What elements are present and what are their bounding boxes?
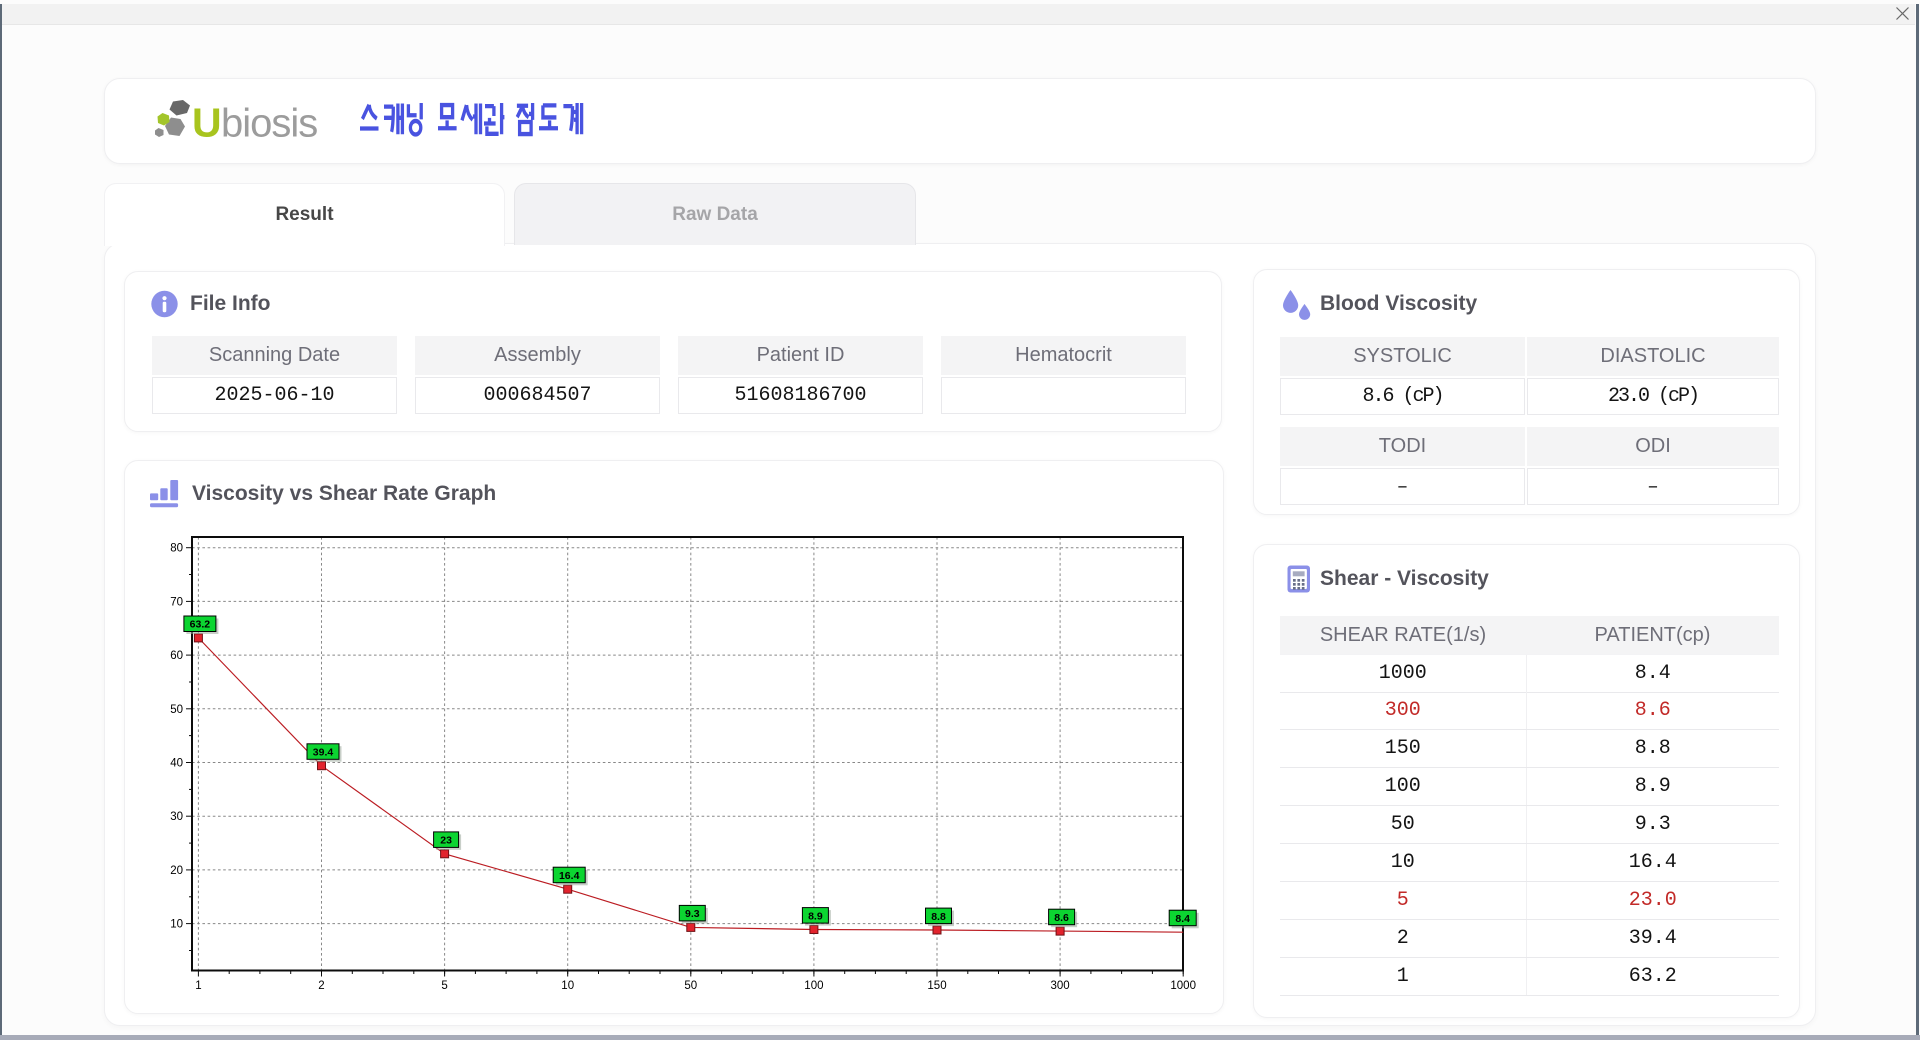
svg-text:39.4: 39.4 <box>313 747 334 759</box>
svg-text:30: 30 <box>170 811 183 823</box>
svg-text:10: 10 <box>561 980 574 992</box>
svg-text:300: 300 <box>1051 980 1070 992</box>
svg-text:40: 40 <box>170 758 183 770</box>
svg-text:150: 150 <box>927 980 946 992</box>
svg-text:16.4: 16.4 <box>559 870 580 882</box>
svg-text:60: 60 <box>170 650 183 662</box>
svg-text:5: 5 <box>441 980 447 992</box>
svg-text:50: 50 <box>684 980 697 992</box>
svg-text:8.9: 8.9 <box>808 910 823 922</box>
svg-text:70: 70 <box>170 596 183 608</box>
svg-text:2: 2 <box>318 980 324 992</box>
svg-text:50: 50 <box>170 704 183 716</box>
svg-text:biosis: biosis <box>221 102 317 143</box>
svg-text:80: 80 <box>170 543 183 555</box>
svg-text:63.2: 63.2 <box>190 619 211 631</box>
svg-text:U: U <box>192 100 222 143</box>
svg-text:8.8: 8.8 <box>931 911 946 923</box>
svg-text:100: 100 <box>804 980 823 992</box>
svg-text:8.6: 8.6 <box>1054 912 1069 924</box>
svg-text:10: 10 <box>170 919 183 931</box>
svg-text:23: 23 <box>440 835 452 847</box>
svg-text:1000: 1000 <box>1170 980 1196 992</box>
svg-text:20: 20 <box>170 865 183 877</box>
svg-text:1: 1 <box>195 980 201 992</box>
svg-text:9.3: 9.3 <box>685 908 700 920</box>
svg-text:8.4: 8.4 <box>1175 913 1190 925</box>
